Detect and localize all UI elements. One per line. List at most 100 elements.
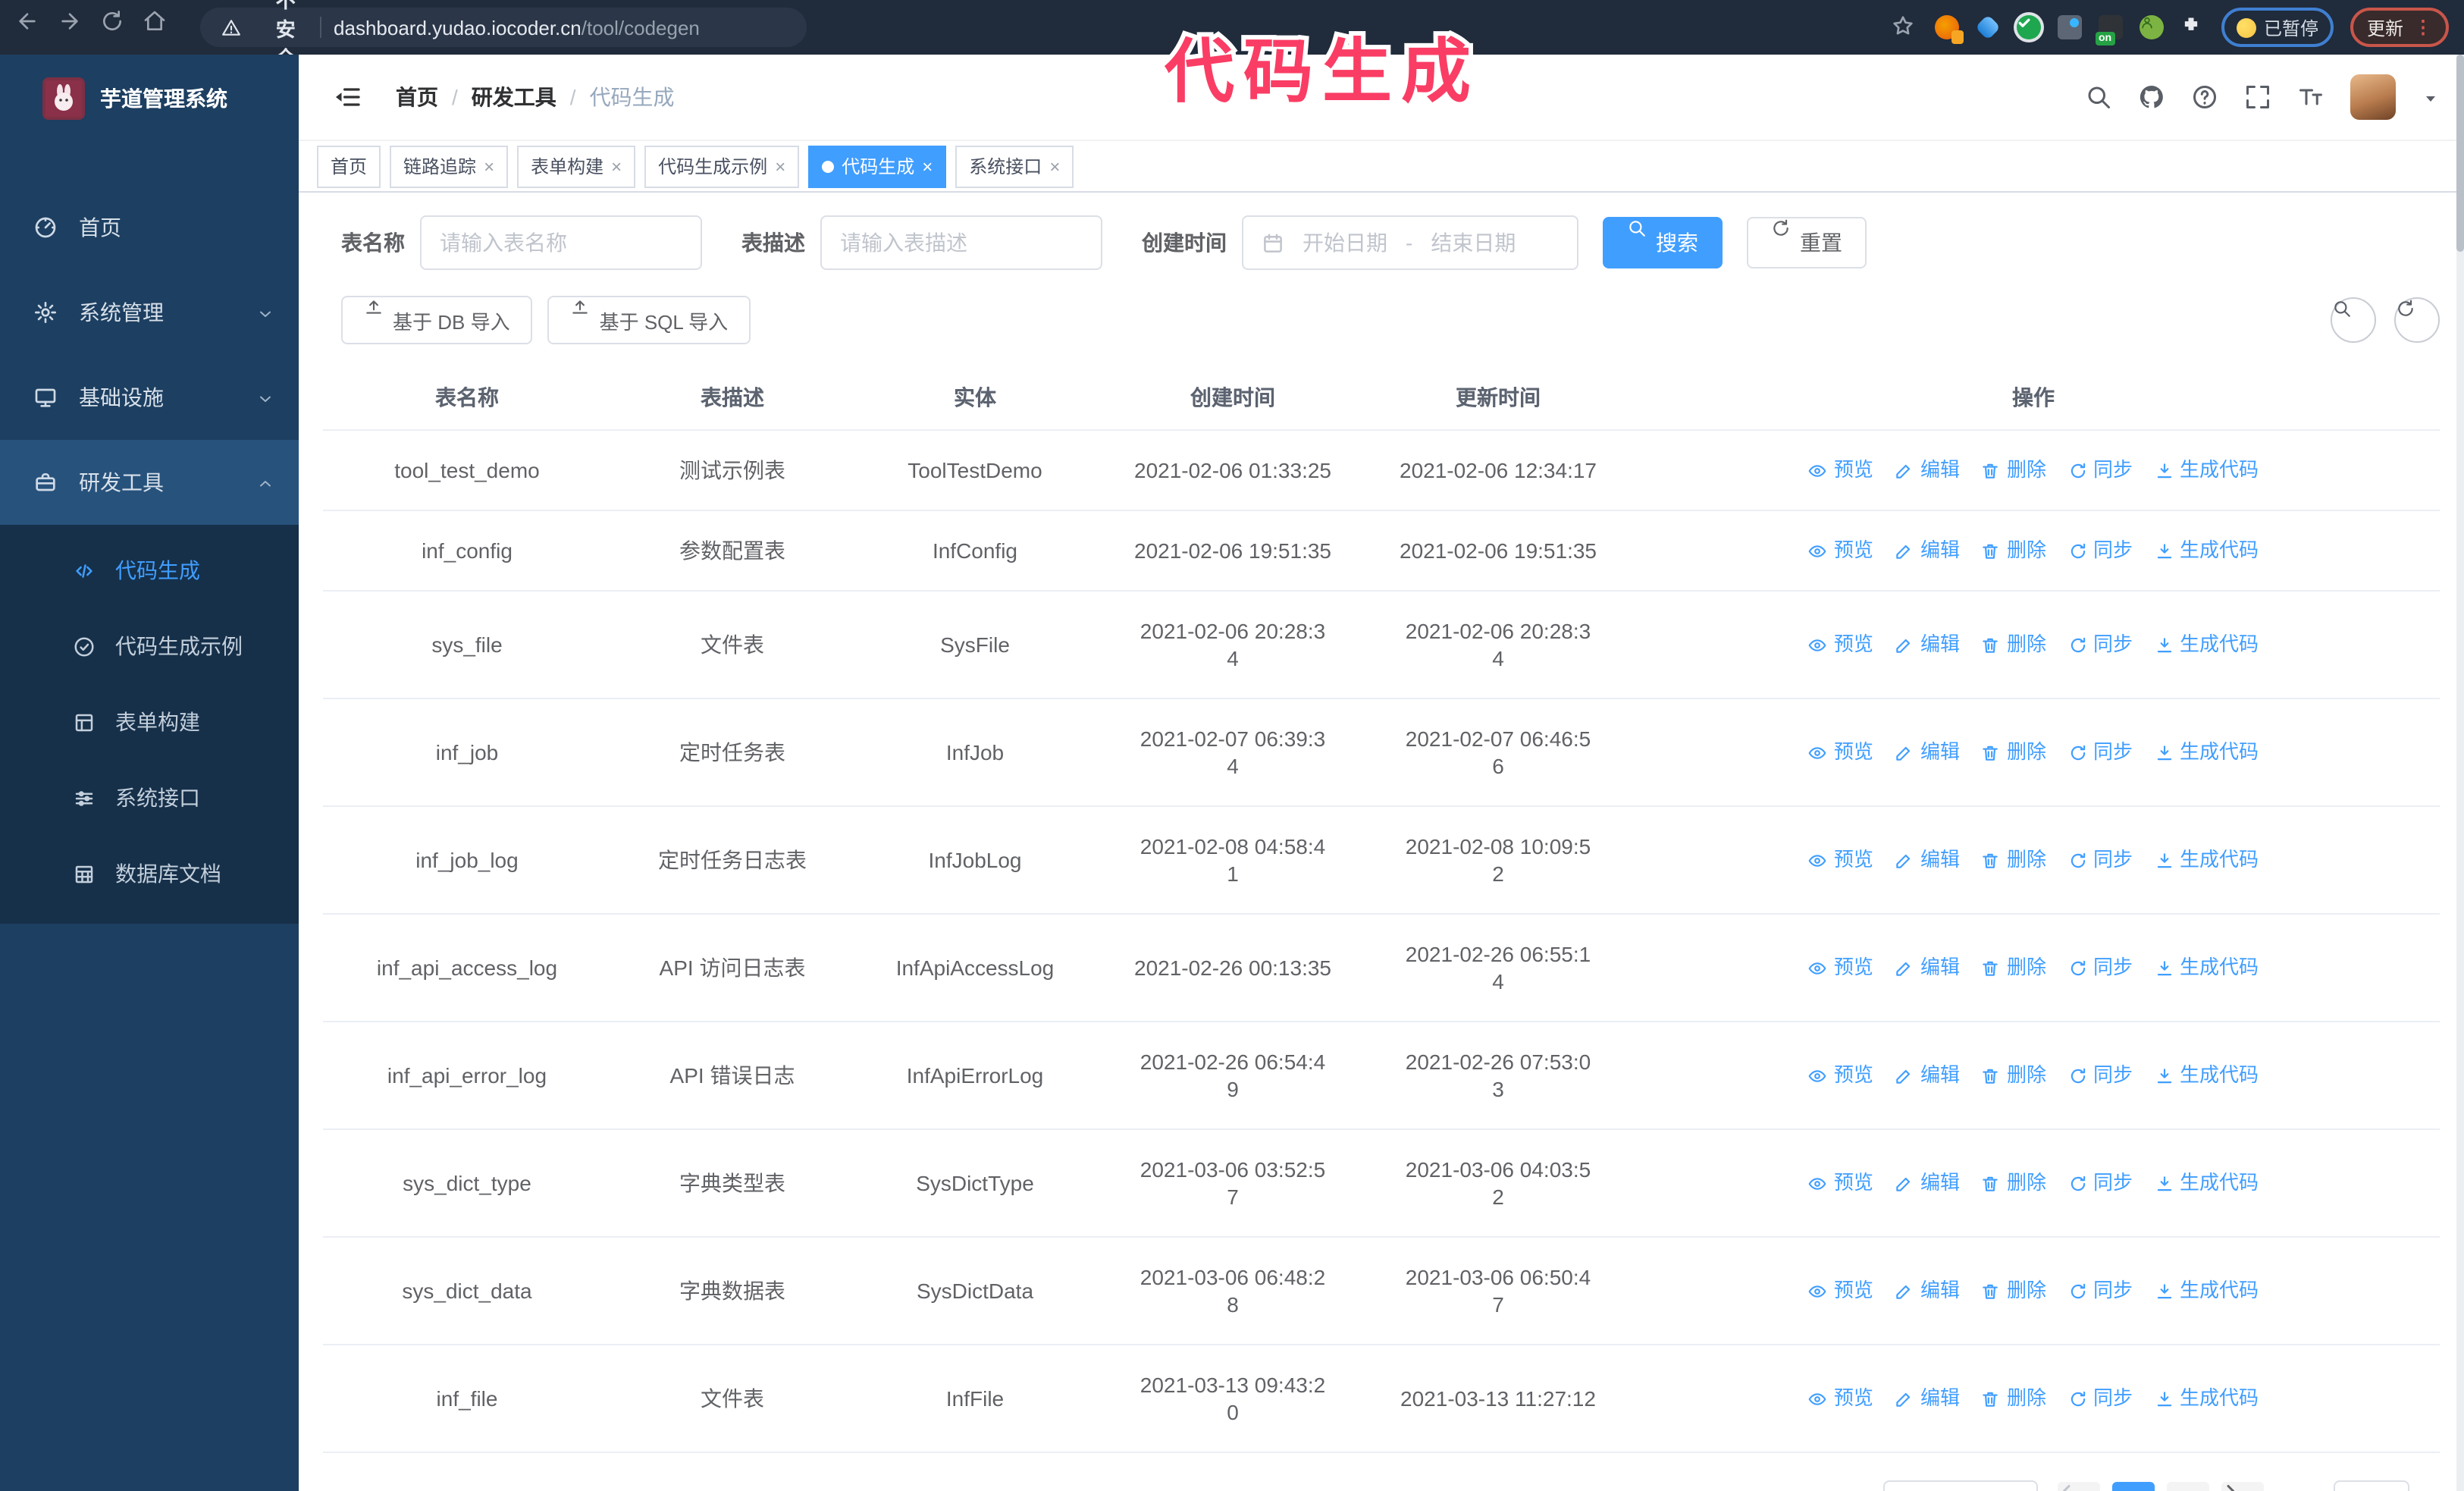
action-edit[interactable]: 编辑	[1895, 1169, 1960, 1197]
tab-codegen-example[interactable]: 代码生成示例 ×	[644, 145, 800, 187]
action-edit[interactable]: 编辑	[1895, 1385, 1960, 1412]
extensions-puzzle-icon[interactable]	[2180, 15, 2205, 39]
action-eye[interactable]: 预览	[1808, 739, 1873, 766]
hamburger-icon[interactable]	[332, 82, 362, 112]
action-sync[interactable]: 同步	[2067, 846, 2133, 874]
action-eye[interactable]: 预览	[1808, 1169, 1873, 1197]
action-download[interactable]: 生成代码	[2154, 1169, 2259, 1197]
action-sync[interactable]: 同步	[2067, 739, 2133, 766]
action-download[interactable]: 生成代码	[2154, 1277, 2259, 1304]
action-sync[interactable]: 同步	[2067, 954, 2133, 981]
help-icon[interactable]	[2191, 83, 2218, 111]
action-download[interactable]: 生成代码	[2154, 954, 2259, 981]
action-sync[interactable]: 同步	[2067, 457, 2133, 484]
breadcrumb-devtools[interactable]: 研发工具	[472, 82, 556, 112]
sidebar-item-devtools[interactable]: 研发工具	[0, 440, 299, 525]
action-download[interactable]: 生成代码	[2154, 537, 2259, 564]
action-edit[interactable]: 编辑	[1895, 631, 1960, 658]
tab-home[interactable]: 首页	[317, 145, 381, 187]
sidebar-item-api[interactable]: 系统接口	[0, 760, 299, 836]
action-delete[interactable]: 删除	[1981, 739, 2046, 766]
forward-icon[interactable]	[58, 9, 94, 46]
sql-import-button[interactable]: 基于 SQL 导入	[547, 296, 751, 344]
action-sync[interactable]: 同步	[2067, 1385, 2133, 1412]
table-name-input[interactable]	[420, 215, 702, 270]
action-download[interactable]: 生成代码	[2154, 739, 2259, 766]
close-icon[interactable]: ×	[484, 157, 494, 175]
table-desc-input[interactable]	[820, 215, 1102, 270]
refresh-table-button[interactable]	[2394, 297, 2440, 343]
extension-icon-on[interactable]: on	[2095, 15, 2123, 46]
scrollbar-thumb[interactable]	[2456, 55, 2464, 252]
avatar-caret-icon[interactable]	[2422, 88, 2440, 106]
action-edit[interactable]: 编辑	[1895, 846, 1960, 874]
goto-page-input[interactable]	[2333, 1480, 2409, 1491]
sidebar-item-codegen-example[interactable]: 代码生成示例	[0, 608, 299, 684]
address-bar[interactable]: 不安全 dashboard.yudao.iocoder.cn/tool/code…	[200, 0, 807, 69]
action-delete[interactable]: 删除	[1981, 1062, 2046, 1089]
action-delete[interactable]: 删除	[1981, 1277, 2046, 1304]
search-button[interactable]: 搜索	[1603, 217, 1723, 268]
action-eye[interactable]: 预览	[1808, 631, 1873, 658]
action-sync[interactable]: 同步	[2067, 631, 2133, 658]
action-download[interactable]: 生成代码	[2154, 1385, 2259, 1412]
prev-page-button[interactable]	[2057, 1482, 2100, 1491]
logo-row[interactable]: 芋道管理系统	[0, 55, 299, 143]
action-download[interactable]: 生成代码	[2154, 1062, 2259, 1089]
action-download[interactable]: 生成代码	[2154, 631, 2259, 658]
sidebar-item-infra[interactable]: 基础设施	[0, 355, 299, 440]
home-icon[interactable]	[143, 9, 179, 46]
action-edit[interactable]: 编辑	[1895, 1062, 1960, 1089]
close-icon[interactable]: ×	[922, 157, 933, 175]
sidebar-item-codegen[interactable]: 代码生成	[0, 532, 299, 608]
extension-icon-grid[interactable]	[2057, 15, 2082, 39]
close-icon[interactable]: ×	[775, 157, 785, 175]
close-icon[interactable]: ×	[611, 157, 622, 175]
reset-button[interactable]: 重置	[1747, 217, 1867, 268]
action-edit[interactable]: 编辑	[1895, 537, 1960, 564]
avatar[interactable]	[2350, 74, 2396, 120]
action-delete[interactable]: 删除	[1981, 457, 2046, 484]
close-icon[interactable]: ×	[1049, 157, 1060, 175]
font-size-icon[interactable]	[2297, 83, 2324, 111]
tab-codegen[interactable]: 代码生成 ×	[808, 145, 947, 187]
toggle-search-button[interactable]	[2331, 297, 2376, 343]
tab-api[interactable]: 系统接口 ×	[955, 145, 1074, 187]
tab-tracing[interactable]: 链路追踪 ×	[390, 145, 509, 187]
browser-menu-icon[interactable]: ⋮	[2414, 17, 2432, 38]
tab-form-builder[interactable]: 表单构建 ×	[517, 145, 636, 187]
action-eye[interactable]: 预览	[1808, 1385, 1873, 1412]
next-page-button[interactable]	[2221, 1482, 2264, 1491]
sidebar-item-db-doc[interactable]: 数据库文档	[0, 836, 299, 912]
paused-badge[interactable]: 已暂停	[2221, 8, 2334, 47]
sidebar-item-home[interactable]: 首页	[0, 185, 299, 270]
action-eye[interactable]: 预览	[1808, 846, 1873, 874]
action-eye[interactable]: 预览	[1808, 1062, 1873, 1089]
scrollbar[interactable]	[2456, 55, 2464, 1491]
extension-icon-gem[interactable]	[1974, 14, 2001, 40]
github-icon[interactable]	[2138, 83, 2165, 111]
db-import-button[interactable]: 基于 DB 导入	[341, 296, 533, 344]
action-edit[interactable]: 编辑	[1895, 739, 1960, 766]
action-delete[interactable]: 删除	[1981, 631, 2046, 658]
action-delete[interactable]: 删除	[1981, 846, 2046, 874]
page-size-select[interactable]: 10条/页	[1882, 1480, 2038, 1491]
page-button-1[interactable]: 1	[2111, 1482, 2155, 1491]
bookmark-star-icon[interactable]	[1891, 14, 1918, 41]
action-eye[interactable]: 预览	[1808, 1277, 1873, 1304]
action-edit[interactable]: 编辑	[1895, 1277, 1960, 1304]
action-sync[interactable]: 同步	[2067, 1277, 2133, 1304]
action-download[interactable]: 生成代码	[2154, 846, 2259, 874]
action-edit[interactable]: 编辑	[1895, 954, 1960, 981]
extension-icon-check[interactable]	[2016, 15, 2041, 39]
breadcrumb-home[interactable]: 首页	[396, 82, 438, 112]
update-badge[interactable]: 更新 ⋮	[2350, 8, 2449, 47]
search-icon[interactable]	[2085, 83, 2112, 111]
date-range-picker[interactable]: 开始日期 - 结束日期	[1242, 215, 1578, 270]
reload-icon[interactable]	[100, 9, 136, 46]
extension-icon-person[interactable]	[2139, 15, 2164, 39]
action-delete[interactable]: 删除	[1981, 537, 2046, 564]
action-delete[interactable]: 删除	[1981, 954, 2046, 981]
sidebar-item-system[interactable]: 系统管理	[0, 270, 299, 355]
action-eye[interactable]: 预览	[1808, 537, 1873, 564]
